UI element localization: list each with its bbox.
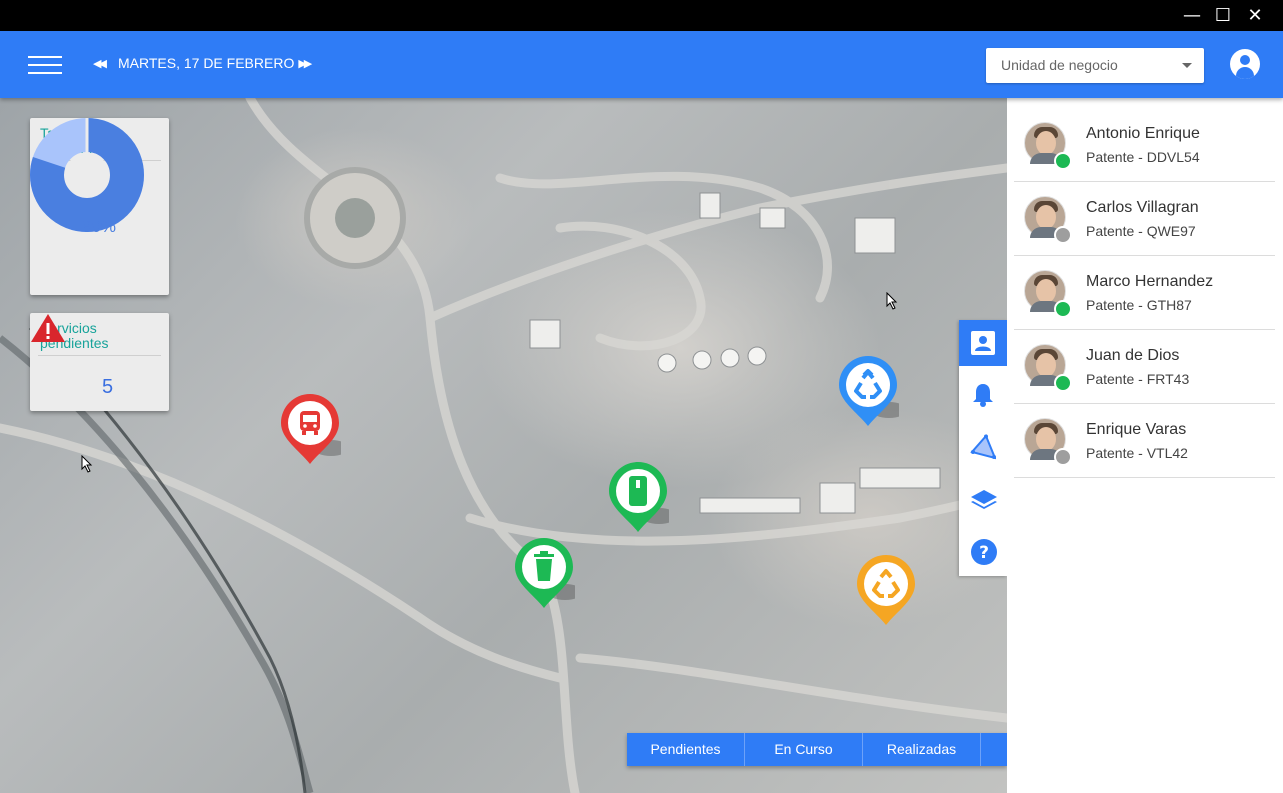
status-offline-icon — [1054, 226, 1072, 244]
pending-services-card: Servicios pendientes 5 — [30, 313, 169, 411]
status-offline-icon — [1054, 448, 1072, 466]
driver-plate: Patente - DDVL54 — [1086, 149, 1200, 165]
avatar — [1024, 344, 1072, 392]
recycle-marker-blue[interactable] — [837, 354, 899, 428]
chevron-down-icon — [1182, 63, 1192, 68]
avatar — [1024, 270, 1072, 318]
next-day-icon[interactable]: ▶▶ — [298, 57, 318, 70]
trash-marker[interactable] — [513, 536, 575, 610]
close-icon[interactable]: ✕ — [1243, 4, 1267, 28]
container-marker[interactable] — [607, 460, 669, 534]
driver-plate: Patente - VTL42 — [1086, 445, 1188, 461]
driver-plate: Patente - FRT43 — [1086, 371, 1190, 387]
avatar — [1024, 122, 1072, 170]
recycle-marker-orange[interactable] — [855, 553, 917, 627]
service-status-tabs: Pendientes En Curso Realizadas — [627, 733, 1007, 766]
current-date-label: MARTES, 17 DE FEBRERO — [118, 55, 295, 71]
map-view[interactable]: Tasa de cumplimiento 80% Servicios pendi… — [0, 98, 1007, 793]
pending-services-count: 5 — [102, 376, 114, 398]
recycle-icon — [854, 369, 882, 399]
driver-list-item[interactable]: Marco Hernandez Patente - GTH87 — [1014, 256, 1275, 330]
status-online-icon — [1054, 374, 1072, 392]
compliance-rate-value: 80% — [81, 217, 117, 236]
tab-realizadas[interactable]: Realizadas — [863, 733, 981, 766]
divider — [38, 355, 161, 356]
mouse-cursor-icon — [81, 455, 93, 473]
driver-name: Carlos Villagran — [1086, 199, 1199, 216]
app-header: ◀◀ MARTES, 17 DE FEBRERO ▶▶ Unidad de ne… — [0, 31, 1283, 98]
area-tool-button[interactable] — [959, 424, 1007, 470]
notifications-tool-button[interactable] — [959, 372, 1007, 418]
driver-plate: Patente - GTH87 — [1086, 297, 1192, 313]
warning-triangle-icon — [31, 314, 65, 342]
bus-marker[interactable] — [279, 392, 341, 466]
recycle-icon — [872, 569, 900, 598]
previous-day-icon[interactable]: ◀◀ — [93, 57, 113, 70]
tab-overflow[interactable] — [981, 733, 1007, 766]
layers-tool-button[interactable] — [959, 476, 1007, 522]
driver-list-item[interactable]: Antonio Enrique Patente - DDVL54 — [1014, 108, 1275, 182]
driver-list-item[interactable]: Juan de Dios Patente - FRT43 — [1014, 330, 1275, 404]
help-icon: ? — [971, 539, 997, 565]
account-circle-icon[interactable] — [1230, 49, 1260, 79]
business-unit-placeholder: Unidad de negocio — [1001, 57, 1118, 73]
driver-name: Marco Hernandez — [1086, 273, 1214, 290]
bell-icon — [973, 384, 993, 407]
driver-card-icon — [971, 331, 995, 355]
driver-list-item[interactable]: Enrique Varas Patente - VTL42 — [1014, 404, 1275, 478]
container-icon — [629, 476, 647, 506]
tab-en-curso[interactable]: En Curso — [745, 733, 863, 766]
window-titlebar: — ☐ ✕ — [0, 0, 1283, 31]
driver-name: Juan de Dios — [1086, 347, 1180, 364]
tab-pendientes[interactable]: Pendientes — [627, 733, 745, 766]
status-online-icon — [1054, 300, 1072, 318]
trash-can-icon — [534, 551, 554, 581]
driver-name: Antonio Enrique — [1086, 125, 1200, 142]
status-online-icon — [1054, 152, 1072, 170]
bus-icon — [300, 411, 320, 435]
mouse-cursor-icon — [886, 292, 898, 310]
hamburger-menu-icon[interactable] — [28, 54, 62, 76]
minimize-icon[interactable]: — — [1180, 4, 1204, 28]
layers-icon — [971, 490, 997, 509]
drivers-list: Antonio Enrique Patente - DDVL54 Carlos … — [1007, 98, 1283, 793]
driver-list-item[interactable]: Carlos Villagran Patente - QWE97 — [1014, 182, 1275, 256]
drivers-tool-button[interactable] — [959, 320, 1007, 366]
maximize-icon[interactable]: ☐ — [1211, 4, 1235, 28]
driver-plate: Patente - QWE97 — [1086, 223, 1196, 239]
business-unit-select[interactable]: Unidad de negocio — [986, 48, 1204, 83]
avatar — [1024, 418, 1072, 466]
avatar — [1024, 196, 1072, 244]
polygon-area-icon — [970, 434, 996, 460]
svg-text:?: ? — [979, 543, 989, 563]
date-navigator: ◀◀ MARTES, 17 DE FEBRERO ▶▶ — [93, 53, 318, 73]
compliance-rate-card: Tasa de cumplimiento 80% — [30, 118, 169, 295]
map-toolbar: ? — [959, 320, 1007, 576]
help-tool-button[interactable]: ? — [959, 528, 1007, 574]
driver-name: Enrique Varas — [1086, 421, 1187, 438]
